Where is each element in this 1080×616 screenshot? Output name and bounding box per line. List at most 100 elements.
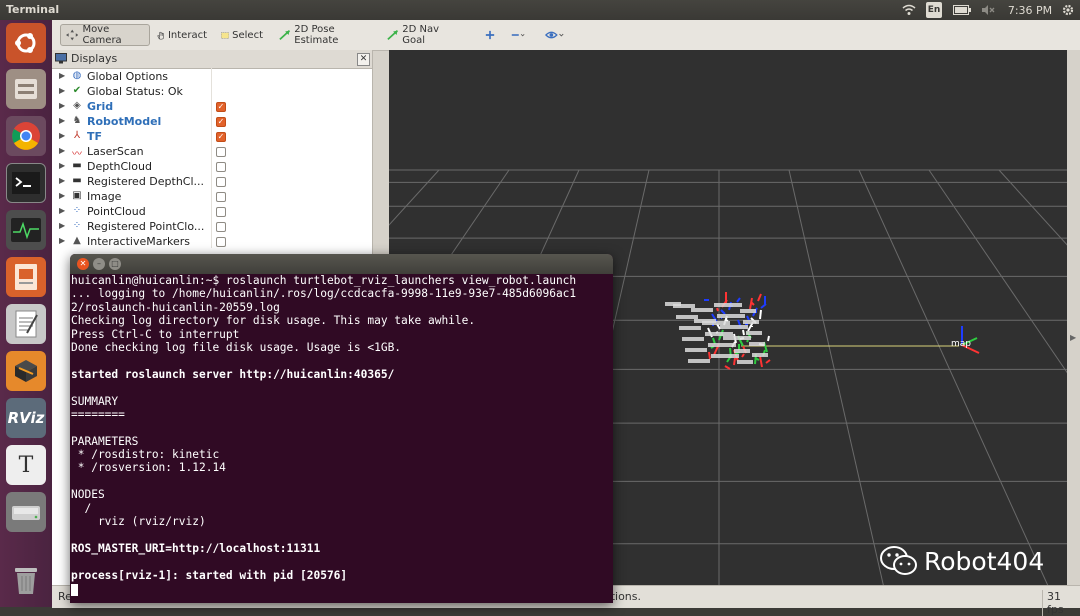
display-item-label: LaserScan — [87, 145, 144, 158]
drive-icon[interactable] — [6, 492, 46, 532]
tf-frame-label — [691, 308, 713, 312]
interact-tool[interactable]: Interact — [152, 24, 212, 46]
wechat-icon — [880, 546, 917, 575]
monitor-icon — [55, 53, 67, 64]
fps-indicator: 31 fps — [1042, 590, 1080, 616]
expand-arrow-icon[interactable]: ▶ — [59, 131, 65, 140]
expand-arrow-icon[interactable]: ▶ — [59, 161, 65, 170]
monitor-icon[interactable] — [6, 210, 46, 250]
display-item[interactable]: ▶ 〰 LaserScan — [52, 145, 372, 160]
display-enable-checkbox[interactable]: ✓ — [216, 102, 226, 112]
nav-goal-tool[interactable]: 2D Nav Goal — [382, 24, 462, 46]
terminal-titlebar[interactable]: ✕ – □ — [70, 254, 613, 274]
tf-frame-label — [743, 320, 759, 324]
display-enable-checkbox[interactable] — [216, 192, 226, 202]
display-item-label: RobotModel — [87, 115, 162, 128]
terminal-line: ... logging to /home/huicanlin/.ros/log/… — [71, 287, 577, 301]
tf-frame-axis — [760, 303, 767, 309]
display-item-label: Registered PointClo... — [87, 220, 205, 233]
chevron-right-icon[interactable]: ▶ — [1070, 333, 1076, 342]
terminal-line: * /rosdistro: kinetic — [71, 448, 220, 462]
camera-icon: ▬ — [72, 175, 82, 186]
grid-line — [858, 169, 1058, 605]
clock[interactable]: 7:36 PM — [1006, 2, 1054, 18]
views-dropdown[interactable] — [540, 24, 570, 46]
rviz-icon[interactable]: RViz — [6, 398, 46, 438]
select-tool[interactable]: Select — [216, 24, 268, 46]
display-item[interactable]: ▶ ▲ InteractiveMarkers — [52, 235, 372, 250]
display-item[interactable]: ▶ ✔ Global Status: Ok — [52, 85, 372, 100]
expand-arrow-icon[interactable]: ▶ — [59, 71, 65, 80]
battery-icon[interactable] — [952, 2, 972, 18]
display-item[interactable]: ▶ ⁘ PointCloud — [52, 205, 372, 220]
expand-arrow-icon[interactable]: ▶ — [59, 206, 65, 215]
tf-frame-axis — [741, 353, 745, 358]
expand-arrow-icon[interactable]: ▶ — [59, 116, 65, 125]
move-camera-label: Move Camera — [82, 24, 122, 46]
sublime-icon[interactable] — [6, 351, 46, 391]
expand-arrow-icon[interactable]: ▶ — [59, 191, 65, 200]
file-cabinet-icon[interactable] — [6, 69, 46, 109]
presentation-icon[interactable] — [6, 257, 46, 297]
display-enable-checkbox[interactable] — [216, 237, 226, 247]
display-item[interactable]: ▶ ▬ Registered DepthCl... — [52, 175, 372, 190]
terminal-cursor — [71, 584, 78, 596]
tf-frame-label — [734, 349, 750, 353]
add-tool-button[interactable] — [480, 24, 500, 46]
display-item[interactable]: ▶ ◍ Global Options — [52, 70, 372, 85]
tf-frame-label — [685, 348, 707, 352]
display-item[interactable]: ▶ ⁘ Registered PointClo... — [52, 220, 372, 235]
marker-icon: ▲ — [73, 235, 81, 246]
display-enable-checkbox[interactable] — [216, 147, 226, 157]
terminal-window[interactable]: ✕ – □ huicanlin@huicanlin:~$ roslaunch t… — [70, 254, 613, 603]
camera-icon: ▬ — [72, 160, 82, 171]
tf-frame-axis — [759, 309, 762, 320]
font-icon[interactable]: T — [6, 445, 46, 485]
display-enable-checkbox[interactable]: ✓ — [216, 117, 226, 127]
expand-arrow-icon[interactable]: ▶ — [59, 101, 65, 110]
notepad-icon[interactable] — [6, 304, 46, 344]
remove-tool-button[interactable] — [506, 24, 530, 46]
points-icon: ⁘ — [72, 220, 82, 231]
right-collapse-strip[interactable]: ▶ — [1067, 50, 1080, 605]
pose-estimate-tool[interactable]: 2D Pose Estimate — [274, 24, 376, 46]
close-window-icon[interactable]: ✕ — [77, 258, 89, 270]
display-item[interactable]: ▶ ♞ RobotModel ✓ — [52, 115, 372, 130]
display-enable-checkbox[interactable] — [216, 222, 226, 232]
terminal-icon[interactable] — [6, 163, 46, 203]
grid-line — [788, 169, 889, 605]
display-enable-checkbox[interactable] — [216, 162, 226, 172]
maximize-window-icon[interactable]: □ — [109, 258, 121, 270]
volume-muted-icon[interactable] — [980, 2, 996, 18]
tf-frame-label — [746, 331, 762, 335]
display-enable-checkbox[interactable]: ✓ — [216, 132, 226, 142]
expand-arrow-icon[interactable]: ▶ — [59, 236, 65, 245]
expand-arrow-icon[interactable]: ▶ — [59, 221, 65, 230]
tf-frame-axis — [742, 329, 745, 336]
expand-arrow-icon[interactable]: ▶ — [59, 86, 65, 95]
minus-icon — [511, 33, 525, 37]
wifi-icon[interactable] — [900, 2, 918, 18]
terminal-line: NODES — [71, 488, 105, 502]
terminal-output[interactable]: huicanlin@huicanlin:~$ roslaunch turtleb… — [71, 274, 611, 603]
close-icon[interactable]: ✕ — [357, 53, 370, 66]
display-item[interactable]: ▶ ⅄ TF ✓ — [52, 130, 372, 145]
gear-icon[interactable] — [1060, 2, 1076, 18]
robot-icon: ♞ — [72, 115, 82, 126]
keyboard-layout-indicator[interactable]: En — [926, 2, 942, 18]
select-box-icon — [221, 31, 230, 39]
move-camera-tool[interactable]: Move Camera — [60, 24, 150, 46]
expand-arrow-icon[interactable]: ▶ — [59, 176, 65, 185]
expand-arrow-icon[interactable]: ▶ — [59, 146, 65, 155]
tf-frame-axis — [749, 297, 753, 310]
display-item[interactable]: ▶ ◈ Grid ✓ — [52, 100, 372, 115]
trash-icon[interactable] — [6, 560, 46, 600]
globe-icon: ◍ — [72, 70, 82, 81]
ubuntu-logo-icon[interactable] — [6, 23, 46, 63]
chrome-icon[interactable] — [6, 116, 46, 156]
display-enable-checkbox[interactable] — [216, 207, 226, 217]
display-item[interactable]: ▶ ▣ Image — [52, 190, 372, 205]
display-enable-checkbox[interactable] — [216, 177, 226, 187]
display-item[interactable]: ▶ ▬ DepthCloud — [52, 160, 372, 175]
minimize-window-icon[interactable]: – — [93, 258, 105, 270]
